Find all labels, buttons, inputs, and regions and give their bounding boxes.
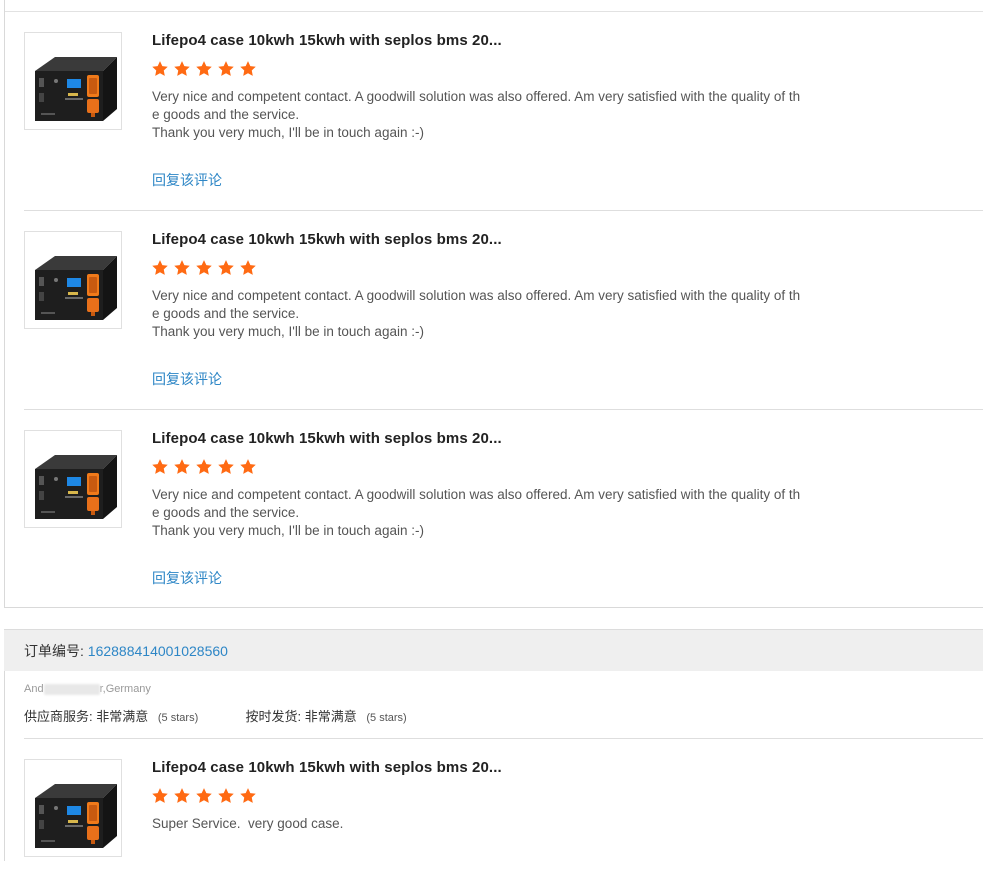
buyer-country: r,Germany bbox=[99, 683, 151, 695]
product-title[interactable]: Lifepo4 case 10kwh 15kwh with seplos bms… bbox=[152, 759, 502, 776]
star-icon bbox=[196, 260, 212, 275]
buyer-name-start: And bbox=[24, 683, 44, 695]
star-icon bbox=[152, 260, 168, 275]
supplier-service-label: 供应商服务: bbox=[24, 709, 93, 724]
reply-link[interactable]: 回复该评论 bbox=[152, 568, 222, 588]
star-icon bbox=[174, 61, 190, 76]
star-icon bbox=[196, 788, 212, 803]
shipping-label: 按时发货: bbox=[245, 709, 302, 724]
star-icon bbox=[218, 459, 234, 474]
star-icon bbox=[240, 459, 256, 474]
review-divider bbox=[24, 210, 983, 211]
review-item: Lifepo4 case 10kwh 15kwh with seplos bms… bbox=[24, 759, 983, 869]
review-text: Super Service. very good case. bbox=[152, 816, 344, 831]
review-divider bbox=[24, 409, 983, 410]
star-icon bbox=[174, 260, 190, 275]
reply-link[interactable]: 回复该评论 bbox=[152, 170, 222, 190]
star-icon bbox=[240, 260, 256, 275]
seller-ratings: 供应商服务: 非常满意 (5 stars) 按时发货: 非常满意 (5 star… bbox=[24, 706, 407, 725]
battery-case-image bbox=[35, 784, 117, 848]
battery-case-image bbox=[35, 57, 117, 121]
order-number-link[interactable]: 162888414001028560 bbox=[88, 643, 228, 659]
rating-stars bbox=[151, 787, 261, 807]
product-thumbnail[interactable] bbox=[24, 759, 122, 857]
product-title[interactable]: Lifepo4 case 10kwh 15kwh with seplos bms… bbox=[152, 231, 502, 248]
order-number-label: 订单编号: bbox=[24, 643, 84, 659]
rating-stars bbox=[151, 60, 261, 80]
shipping-stars: (5 stars) bbox=[366, 712, 407, 724]
star-icon bbox=[240, 61, 256, 76]
reply-link[interactable]: 回复该评论 bbox=[152, 369, 222, 389]
review-item: Lifepo4 case 10kwh 15kwh with seplos bms… bbox=[24, 231, 983, 401]
star-icon bbox=[152, 788, 168, 803]
review-text: Very nice and competent contact. A goodw… bbox=[152, 89, 801, 140]
review-text: Very nice and competent contact. A goodw… bbox=[152, 288, 801, 339]
product-thumbnail[interactable] bbox=[24, 231, 122, 329]
star-icon bbox=[174, 459, 190, 474]
star-icon bbox=[240, 788, 256, 803]
star-icon bbox=[152, 61, 168, 76]
star-icon bbox=[196, 459, 212, 474]
star-icon bbox=[196, 61, 212, 76]
star-icon bbox=[218, 260, 234, 275]
product-title[interactable]: Lifepo4 case 10kwh 15kwh with seplos bms… bbox=[152, 32, 502, 49]
product-thumbnail[interactable] bbox=[24, 430, 122, 528]
star-icon bbox=[218, 61, 234, 76]
battery-case-image bbox=[35, 256, 117, 320]
redacted-name bbox=[43, 683, 100, 695]
review-item: Lifepo4 case 10kwh 15kwh with seplos bms… bbox=[24, 32, 983, 202]
star-icon bbox=[174, 788, 190, 803]
review-item: Lifepo4 case 10kwh 15kwh with seplos bms… bbox=[24, 430, 983, 600]
review-text: Very nice and competent contact. A goodw… bbox=[152, 487, 801, 538]
buyer-info: And r,Germany bbox=[24, 683, 151, 695]
product-title[interactable]: Lifepo4 case 10kwh 15kwh with seplos bms… bbox=[152, 430, 502, 447]
supplier-service-stars: (5 stars) bbox=[157, 712, 199, 724]
rating-stars bbox=[151, 458, 261, 478]
star-icon bbox=[218, 788, 234, 803]
star-icon bbox=[152, 459, 168, 474]
battery-case-image bbox=[35, 455, 117, 519]
supplier-service-value: 非常满意 bbox=[96, 709, 149, 724]
rating-stars bbox=[151, 259, 261, 279]
order-divider bbox=[24, 738, 983, 739]
order-header: 订单编号: 162888414001028560 bbox=[4, 629, 983, 671]
product-thumbnail[interactable] bbox=[24, 32, 122, 130]
shipping-value: 非常满意 bbox=[304, 709, 357, 724]
